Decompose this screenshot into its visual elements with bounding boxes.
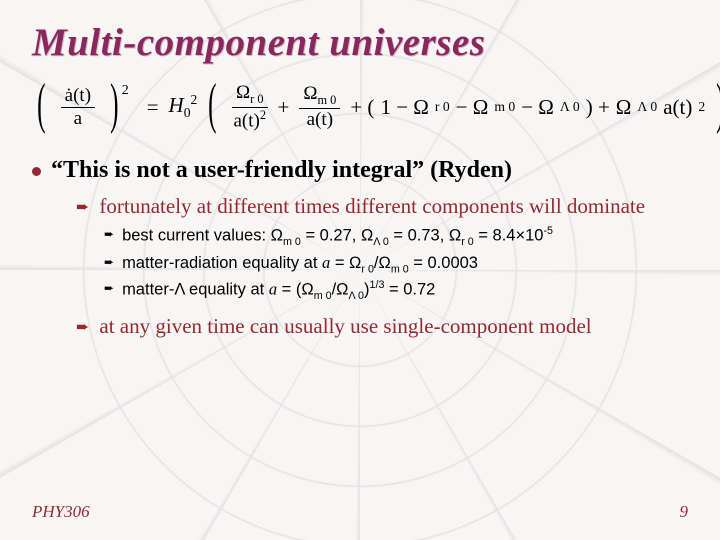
arrow-right-icon: ➨ — [104, 227, 114, 242]
subsub-point-1: best current values: Ωm 0 = 0.27, ΩΛ 0 =… — [122, 224, 553, 249]
bullet-level3: ➨ best current values: Ωm 0 = 0.27, ΩΛ 0… — [104, 224, 688, 249]
subsub-point-2: matter-radiation equality at a = Ωr 0/Ωm… — [122, 252, 478, 277]
page-number: 9 — [680, 502, 689, 522]
arrow-right-icon: ➨ — [76, 197, 89, 217]
arrow-right-icon: ➨ — [76, 317, 89, 337]
bullet-level2: ➨ at any given time can usually use sing… — [76, 312, 688, 340]
bullet-dot-icon — [32, 167, 41, 176]
friedmann-equation: ( ȧ(t) a )2 = H02 ( Ωr 0 a(t)2 + Ωm 0 a… — [32, 83, 688, 131]
course-code: PHY306 — [32, 502, 90, 522]
sub-point-1: fortunately at different times different… — [99, 192, 645, 220]
bullet-level3: ➨ matter-Λ equality at a = (Ωm 0/ΩΛ 0)1/… — [104, 278, 688, 303]
bullet-level3: ➨ matter-radiation equality at a = Ωr 0/… — [104, 252, 688, 277]
arrow-right-icon: ➨ — [104, 281, 114, 296]
slide-title: Multi-component universes — [32, 20, 688, 65]
bullet-level2: ➨ fortunately at different times differe… — [76, 192, 688, 220]
arrow-right-icon: ➨ — [104, 255, 114, 270]
bullet-level1: “This is not a user-friendly integral” (… — [32, 157, 688, 184]
main-point-text: “This is not a user-friendly integral” (… — [51, 157, 512, 184]
sub-point-2: at any given time can usually use single… — [99, 312, 591, 340]
subsub-point-3: matter-Λ equality at a = (Ωm 0/ΩΛ 0)1/3 … — [122, 278, 435, 303]
